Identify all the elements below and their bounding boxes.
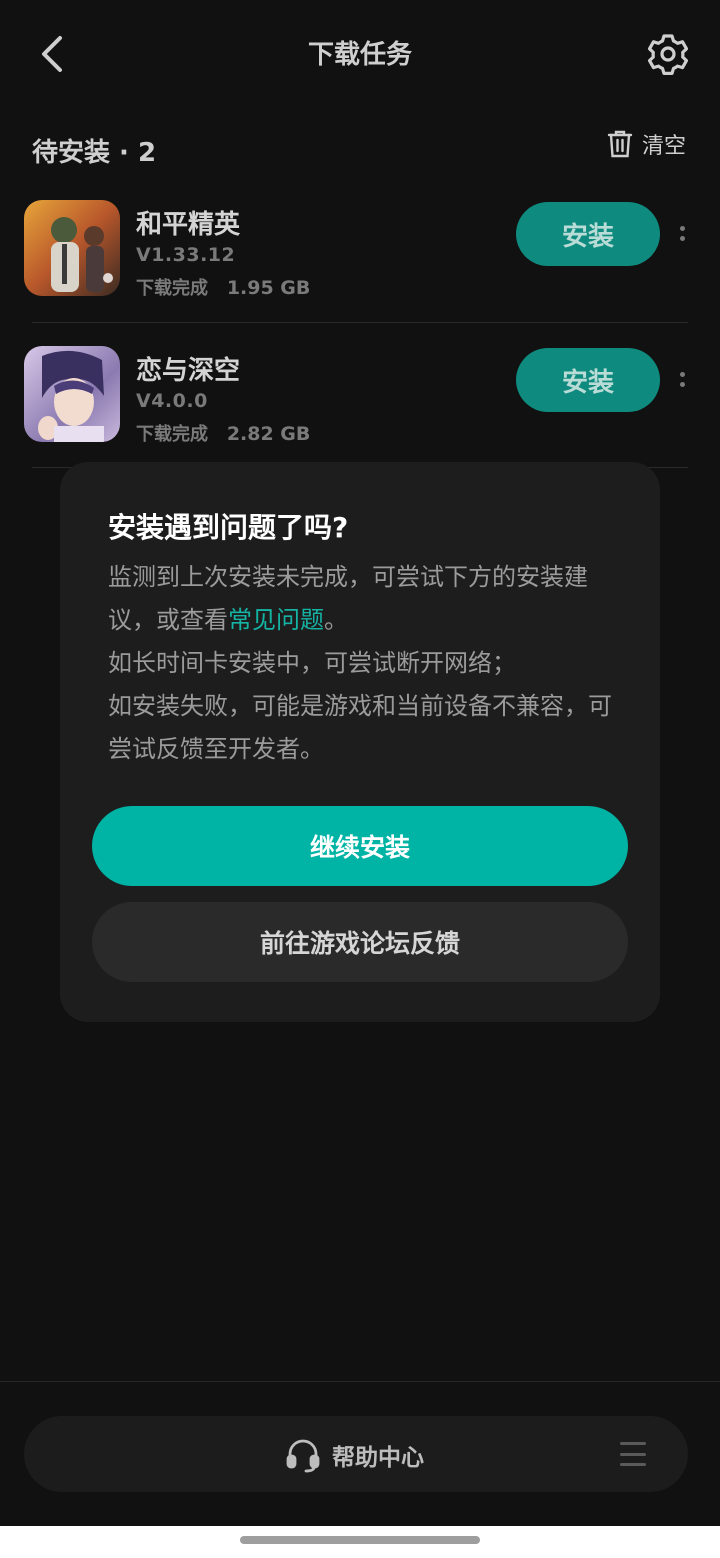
- dot-icon: [679, 371, 685, 377]
- game-version: V4.0.0: [136, 390, 208, 412]
- divider: [0, 1381, 720, 1382]
- menu-line: [620, 1442, 646, 1445]
- menu-icon[interactable]: [620, 1442, 646, 1466]
- more-options-button[interactable]: [674, 218, 690, 248]
- status-text: 下载完成: [136, 278, 208, 299]
- dot-icon: [679, 235, 685, 241]
- pubg-game-icon[interactable]: [24, 200, 120, 296]
- help-bar: 帮助中心: [24, 1416, 688, 1492]
- file-size: 1.95 GB: [226, 277, 311, 299]
- dot-icon: [679, 381, 685, 387]
- headset-icon: [286, 1439, 320, 1473]
- clear-label: 清空: [642, 134, 687, 159]
- download-status: 下载完成 2.82 GB: [136, 420, 310, 446]
- dialog-title: 安装遇到问题了吗?: [108, 511, 349, 544]
- list-item: 和平精英 V1.33.12 下载完成 1.95 GB 安装: [0, 176, 720, 322]
- home-indicator-area: [0, 1526, 720, 1558]
- dialog-text: 如安装失败，可能是游戏和当前设备不兼容，可尝试反馈至开发者。: [108, 692, 612, 763]
- menu-line: [620, 1452, 646, 1456]
- continue-install-button[interactable]: 继续安装: [92, 806, 628, 886]
- dialog-text: 如长时间卡安装中，可尝试断开网络；: [108, 649, 516, 677]
- page-title: 下载任务: [307, 40, 412, 70]
- install-problem-dialog: 安装遇到问题了吗? 监测到上次安装未完成，可尝试下方的安装建议，或查看常见问题。…: [60, 462, 660, 1022]
- pending-install-title: 待安装 · 2: [32, 138, 157, 168]
- dialog-text: 监测到上次安装未完成，可尝试下方的安装建议，或查看: [108, 563, 588, 634]
- more-options-button[interactable]: [674, 364, 690, 394]
- game-name: 恋与深空: [136, 356, 241, 386]
- dot-icon: [679, 225, 685, 231]
- trash-icon: [607, 130, 633, 158]
- faq-link[interactable]: 常见问题: [228, 606, 324, 634]
- file-size: 2.82 GB: [226, 423, 311, 445]
- forum-feedback-button[interactable]: 前往游戏论坛反馈: [92, 902, 628, 982]
- settings-button[interactable]: [642, 28, 694, 80]
- menu-line: [620, 1463, 646, 1466]
- game-name: 和平精英: [136, 210, 241, 240]
- love-deepspace-game-icon[interactable]: [24, 346, 120, 442]
- dialog-text: 。: [324, 606, 348, 634]
- install-button[interactable]: 安装: [516, 202, 660, 266]
- install-button[interactable]: 安装: [516, 348, 660, 412]
- download-status: 下载完成 1.95 GB: [136, 274, 310, 300]
- status-text: 下载完成: [136, 424, 208, 445]
- game-version: V1.33.12: [136, 244, 236, 266]
- help-center-button[interactable]: 帮助中心: [284, 1436, 424, 1474]
- gear-icon: [647, 34, 689, 75]
- home-indicator[interactable]: [240, 1536, 480, 1544]
- list-item: 恋与深空 V4.0.0 下载完成 2.82 GB 安装: [0, 322, 720, 468]
- dialog-body: 监测到上次安装未完成，可尝试下方的安装建议，或查看常见问题。 如长时间卡安装中，…: [108, 556, 628, 771]
- clear-button[interactable]: 清空: [606, 128, 686, 160]
- help-center-label: 帮助中心: [332, 1445, 424, 1471]
